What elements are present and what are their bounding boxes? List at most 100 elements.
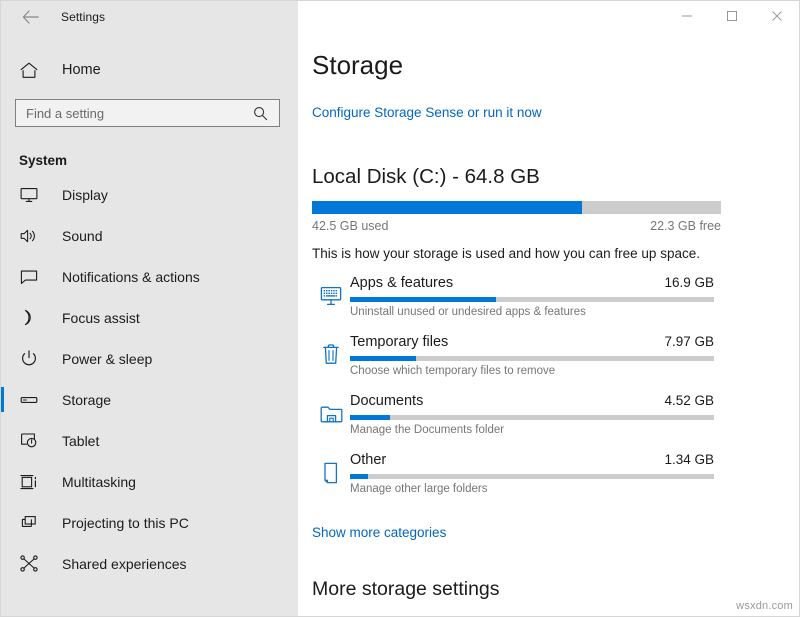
- storage-category-body: Apps & features 16.9 GB Uninstall unused…: [350, 275, 714, 318]
- storage-category-bar-fill: [350, 415, 390, 420]
- storage-category-body: Documents 4.52 GB Manage the Documents f…: [350, 393, 714, 436]
- sidebar-nav-list: Display Sound Notifica: [1, 174, 298, 584]
- sidebar-item-tablet-label: Tablet: [62, 433, 99, 449]
- disk-usage-bar-fill: [312, 201, 582, 214]
- sidebar-item-shared-experiences-label: Shared experiences: [62, 556, 187, 572]
- storage-category-row[interactable]: Documents 4.52 GB Manage the Documents f…: [312, 393, 799, 452]
- trash-icon: [312, 334, 350, 368]
- storage-category-bar: [350, 297, 714, 302]
- sidebar-item-home[interactable]: Home: [1, 51, 298, 89]
- search-input[interactable]: [16, 100, 247, 126]
- minimize-icon: [681, 10, 693, 22]
- storage-category-bar: [350, 415, 714, 420]
- storage-category-header: Apps & features 16.9 GB: [350, 275, 714, 291]
- watermark: wsxdn.com: [736, 600, 793, 612]
- chat-bubble-icon: [19, 267, 39, 287]
- back-arrow-icon: [22, 10, 39, 24]
- storage-category-name: Documents: [350, 393, 423, 409]
- back-button[interactable]: [15, 2, 45, 32]
- maximize-button[interactable]: [709, 1, 754, 31]
- storage-category-row[interactable]: Apps & features 16.9 GB Uninstall unused…: [312, 275, 799, 334]
- storage-category-bar-fill: [350, 297, 496, 302]
- storage-category-body: Other 1.34 GB Manage other large folders: [350, 452, 714, 495]
- storage-category-row[interactable]: Other 1.34 GB Manage other large folders: [312, 452, 799, 511]
- documents-folder-icon: [312, 393, 350, 427]
- main-content: Storage Configure Storage Sense or run i…: [298, 1, 799, 616]
- storage-category-header: Temporary files 7.97 GB: [350, 334, 714, 350]
- window-controls: [298, 1, 799, 33]
- search-icon[interactable]: [247, 106, 279, 121]
- close-icon: [771, 10, 783, 22]
- sidebar-item-focus-assist[interactable]: Focus assist: [1, 297, 298, 338]
- storage-category-name: Other: [350, 452, 386, 468]
- project-screen-icon: [19, 513, 39, 533]
- storage-category-name: Temporary files: [350, 334, 448, 350]
- speaker-icon: [19, 226, 39, 246]
- moon-icon: [19, 308, 39, 328]
- storage-category-size: 16.9 GB: [664, 275, 714, 290]
- close-button[interactable]: [754, 1, 799, 31]
- apps-features-icon: [312, 275, 350, 309]
- maximize-icon: [726, 10, 738, 22]
- local-disk-title: Local Disk (C:) - 64.8 GB: [312, 165, 799, 189]
- storage-category-bar: [350, 474, 714, 479]
- sidebar-item-storage-label: Storage: [62, 392, 111, 408]
- storage-category-body: Temporary files 7.97 GB Choose which tem…: [350, 334, 714, 377]
- sidebar: Settings Home System: [1, 1, 298, 616]
- storage-category-subtitle: Uninstall unused or undesired apps & fea…: [350, 306, 714, 318]
- disk-used-label: 42.5 GB used: [312, 219, 388, 233]
- storage-category-subtitle: Choose which temporary files to remove: [350, 365, 714, 377]
- app-title: Settings: [61, 10, 105, 24]
- other-page-icon: [312, 452, 350, 486]
- configure-storage-sense-link[interactable]: Configure Storage Sense or run it now: [312, 105, 542, 120]
- storage-category-size: 7.97 GB: [664, 334, 714, 349]
- page-title: Storage: [312, 51, 799, 80]
- sidebar-item-storage[interactable]: Storage: [1, 379, 298, 420]
- sidebar-scrollbar[interactable]: [289, 1, 293, 616]
- sidebar-item-home-label: Home: [62, 62, 101, 78]
- storage-category-header: Other 1.34 GB: [350, 452, 714, 468]
- storage-category-row[interactable]: Temporary files 7.97 GB Choose which tem…: [312, 334, 799, 393]
- sidebar-item-notifications[interactable]: Notifications & actions: [1, 256, 298, 297]
- minimize-button[interactable]: [664, 1, 709, 31]
- power-icon: [19, 349, 39, 369]
- sidebar-item-shared-experiences[interactable]: Shared experiences: [1, 543, 298, 584]
- monitor-icon: [19, 185, 39, 205]
- share-nodes-icon: [19, 554, 39, 574]
- titlebar-left: Settings: [1, 1, 298, 33]
- settings-window: Settings Home System: [0, 0, 800, 617]
- sidebar-item-tablet[interactable]: Tablet: [1, 420, 298, 461]
- sidebar-item-sound[interactable]: Sound: [1, 215, 298, 256]
- sidebar-item-power-sleep[interactable]: Power & sleep: [1, 338, 298, 379]
- storage-category-size: 4.52 GB: [664, 393, 714, 408]
- disk-free-label: 22.3 GB free: [650, 219, 721, 233]
- storage-page: Storage Configure Storage Sense or run i…: [298, 51, 799, 601]
- storage-category-bar-fill: [350, 474, 368, 479]
- storage-category-bar-fill: [350, 356, 416, 361]
- disk-icon: [19, 390, 39, 410]
- storage-category-size: 1.34 GB: [664, 452, 714, 467]
- disk-usage-legend: 42.5 GB used 22.3 GB free: [312, 219, 721, 233]
- storage-category-subtitle: Manage the Documents folder: [350, 424, 714, 436]
- search-box[interactable]: [15, 99, 280, 127]
- sidebar-section-title: System: [1, 153, 298, 168]
- storage-category-list: Apps & features 16.9 GB Uninstall unused…: [312, 275, 799, 511]
- more-storage-settings-title: More storage settings: [312, 578, 799, 601]
- sidebar-item-power-sleep-label: Power & sleep: [62, 351, 152, 367]
- sidebar-item-display[interactable]: Display: [1, 174, 298, 215]
- sidebar-item-focus-assist-label: Focus assist: [62, 310, 140, 326]
- storage-category-bar: [350, 356, 714, 361]
- show-more-categories-link[interactable]: Show more categories: [312, 525, 446, 540]
- tablet-icon: [19, 431, 39, 451]
- sidebar-item-projecting-label: Projecting to this PC: [62, 515, 189, 531]
- home-icon: [19, 60, 39, 80]
- sidebar-item-multitasking[interactable]: Multitasking: [1, 461, 298, 502]
- disk-usage-bar: [312, 201, 721, 214]
- sidebar-item-notifications-label: Notifications & actions: [62, 269, 200, 285]
- multitasking-icon: [19, 472, 39, 492]
- sidebar-item-multitasking-label: Multitasking: [62, 474, 136, 490]
- sidebar-item-projecting[interactable]: Projecting to this PC: [1, 502, 298, 543]
- sidebar-item-sound-label: Sound: [62, 228, 102, 244]
- sidebar-item-display-label: Display: [62, 187, 108, 203]
- storage-category-subtitle: Manage other large folders: [350, 483, 714, 495]
